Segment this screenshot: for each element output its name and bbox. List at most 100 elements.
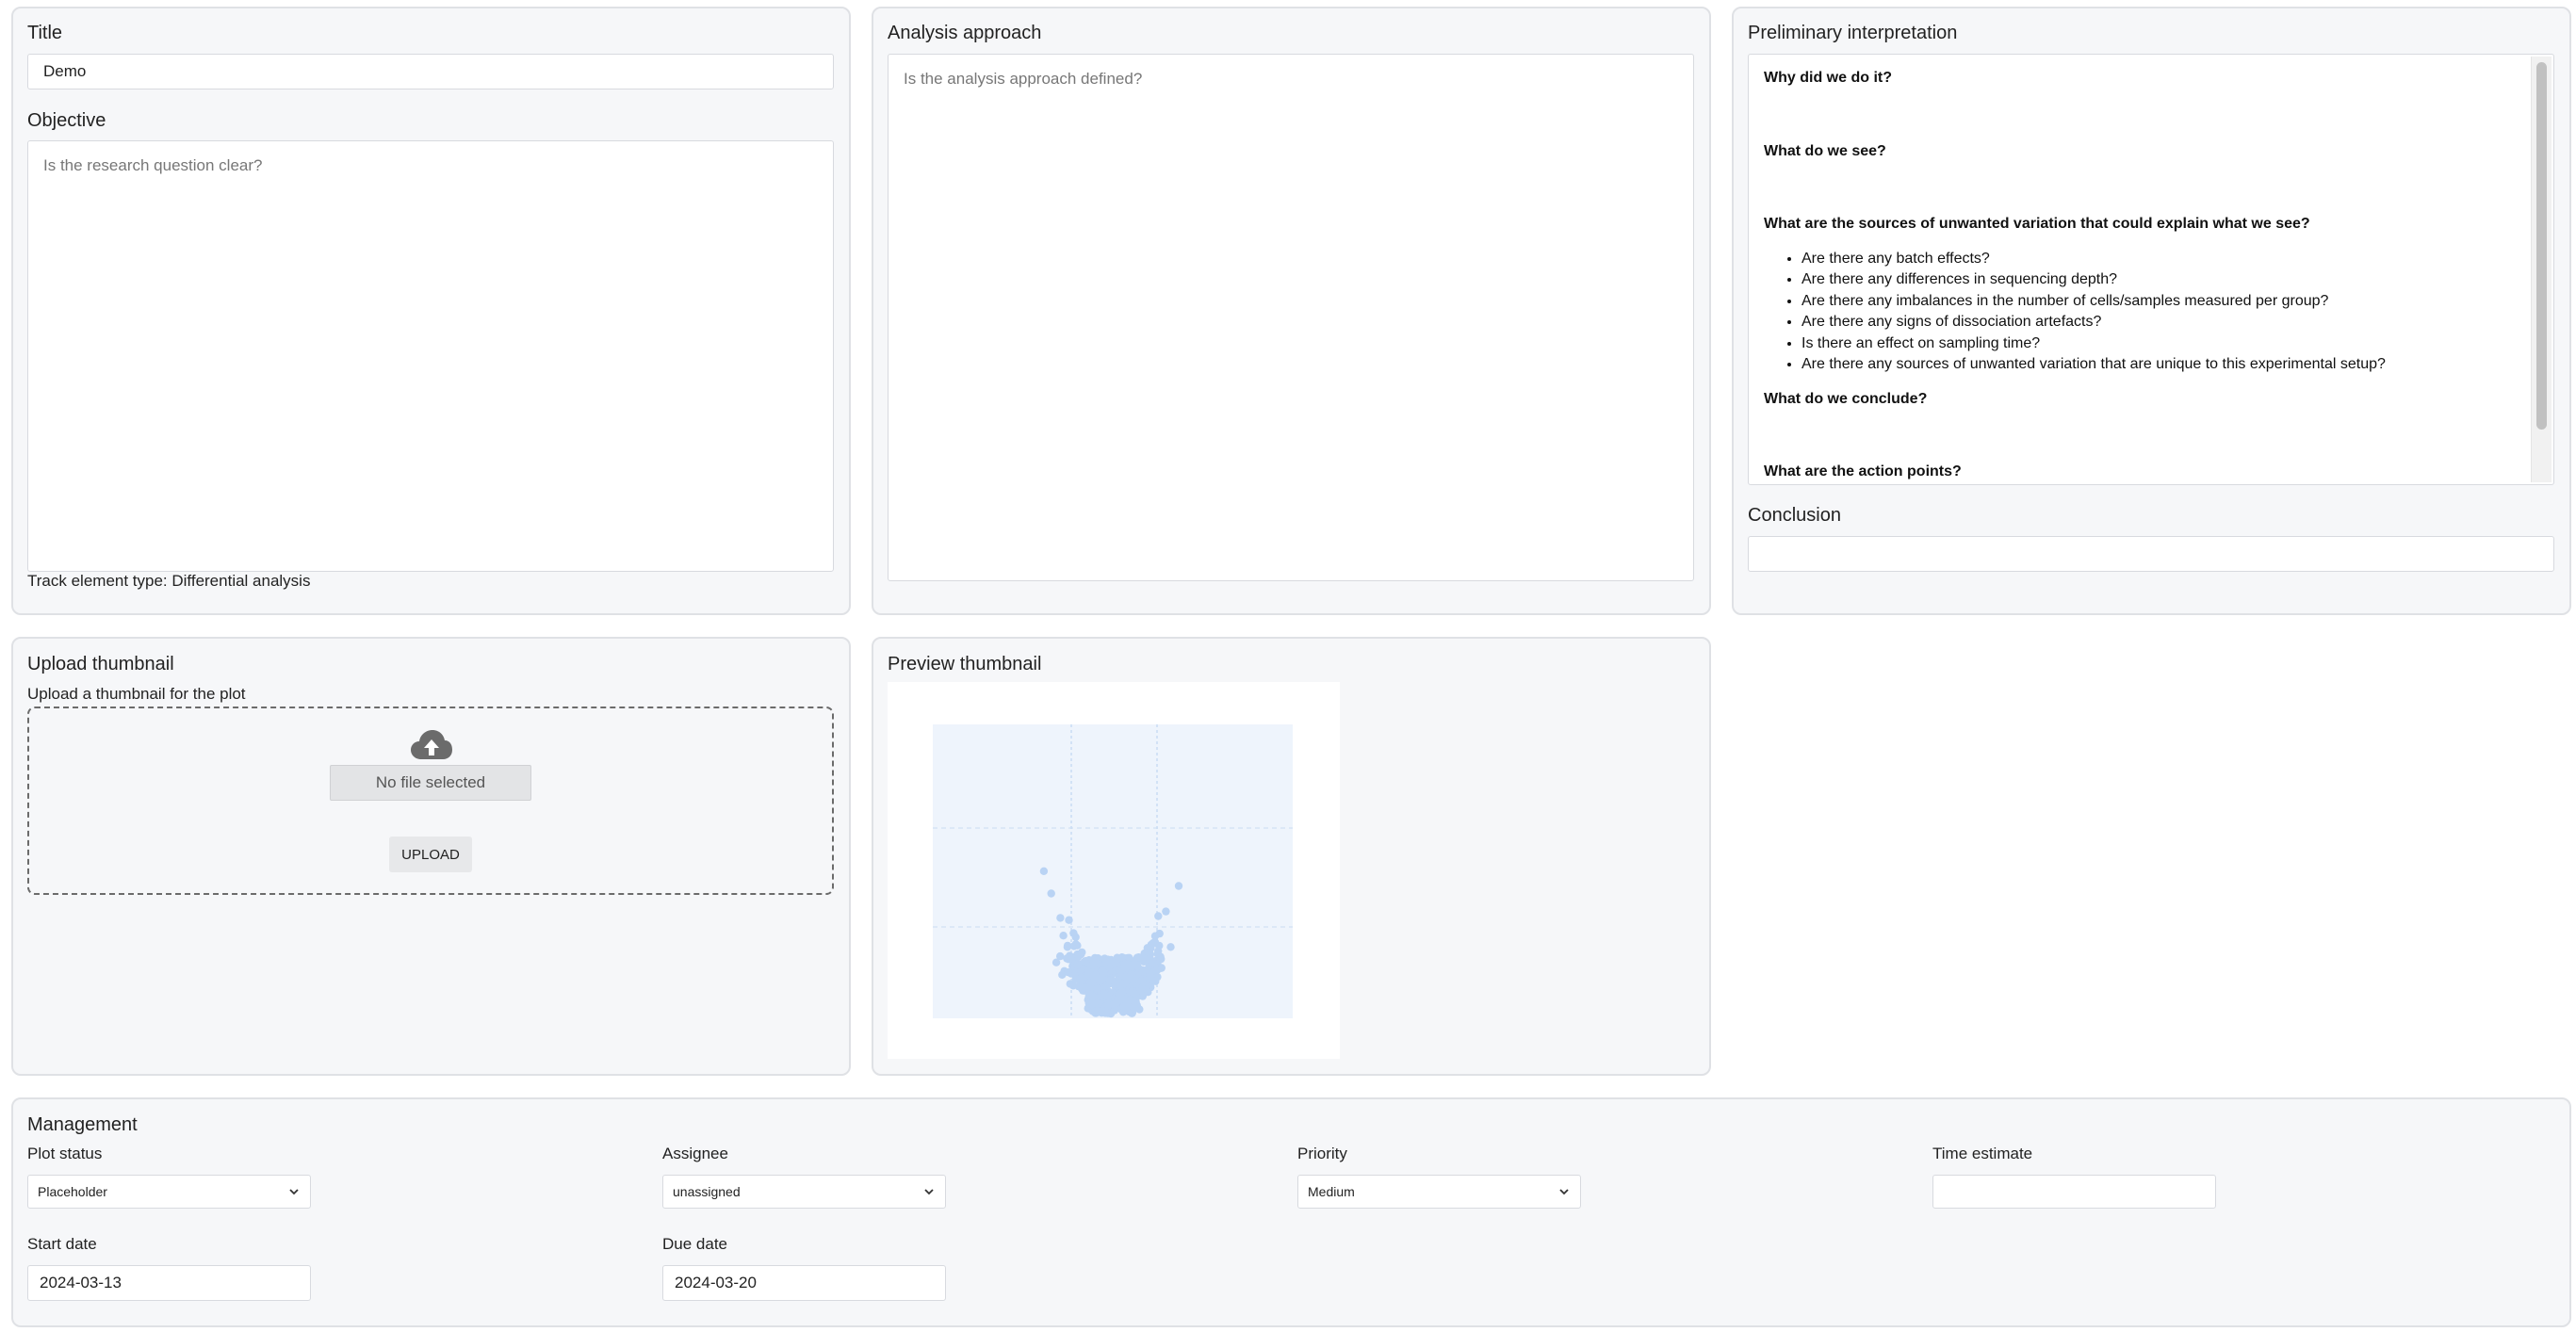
list-item: Are there any imbalances in the number o… — [1802, 291, 2538, 313]
interpretation-panel: Preliminary interpretation Why did we do… — [1732, 7, 2571, 615]
upload-panel: Upload thumbnail Upload a thumbnail for … — [11, 637, 851, 1076]
objective-textarea[interactable] — [27, 140, 834, 572]
plot-point — [1093, 984, 1101, 993]
start-date-input[interactable] — [27, 1265, 311, 1301]
plot-point — [1088, 992, 1097, 1000]
plot-point — [1100, 989, 1108, 999]
upload-button[interactable]: UPLOAD — [389, 837, 472, 872]
plot-point — [1115, 989, 1123, 999]
plot-point — [1039, 867, 1049, 875]
upload-subtitle: Upload a thumbnail for the plot — [27, 685, 246, 703]
plot-point — [1052, 958, 1061, 967]
chevron-down-icon — [1559, 1189, 1569, 1195]
objective-label: Objective — [27, 110, 106, 131]
question-action-points: What are the action points? — [1764, 463, 1962, 479]
plot-point — [1110, 959, 1118, 968]
analysis-label: Analysis approach — [888, 23, 1042, 43]
priority-value: Medium — [1308, 1184, 1355, 1199]
thumbnail-image — [888, 682, 1340, 1059]
preview-title: Preview thumbnail — [888, 654, 1042, 674]
plot-point — [1146, 954, 1154, 963]
plot-status-label: Plot status — [27, 1145, 103, 1162]
plot-point — [1065, 916, 1073, 924]
due-date-input[interactable] — [662, 1265, 946, 1301]
upload-title: Upload thumbnail — [27, 654, 174, 674]
plot-point — [1059, 932, 1068, 940]
chevron-down-icon — [924, 1189, 934, 1195]
preview-panel: Preview thumbnail — [872, 637, 1711, 1076]
volcano-plot-thumbnail — [933, 724, 1293, 1018]
plot-point — [1174, 882, 1183, 890]
plot-point — [1135, 1005, 1144, 1014]
plot-point — [1074, 952, 1083, 962]
details-panel: Title Objective Track element type: Diff… — [11, 7, 851, 615]
question-sources: What are the sources of unwanted variati… — [1764, 216, 2310, 232]
plot-point — [1105, 976, 1115, 984]
question-what-see: What do we see? — [1764, 142, 1886, 159]
time-estimate-input[interactable] — [1932, 1175, 2216, 1209]
analysis-panel: Analysis approach — [872, 7, 1711, 615]
plot-point — [1088, 961, 1097, 969]
priority-select[interactable]: Medium — [1297, 1175, 1581, 1209]
plot-point — [1056, 914, 1065, 922]
assignee-label: Assignee — [662, 1145, 728, 1162]
plot-point — [1155, 941, 1164, 950]
title-label: Title — [27, 23, 63, 43]
plot-status-value: Placeholder — [38, 1184, 107, 1199]
interpretation-label: Preliminary interpretation — [1748, 23, 1958, 43]
conclusion-input[interactable] — [1748, 536, 2554, 572]
file-status: No file selected — [330, 765, 531, 801]
plot-point — [1103, 1000, 1112, 1010]
cloud-upload-icon — [411, 730, 452, 759]
plot-point — [1136, 986, 1145, 995]
plot-status-select[interactable]: Placeholder — [27, 1175, 311, 1209]
list-item: Are there any signs of dissociation arte… — [1802, 312, 2538, 333]
plot-point — [1157, 954, 1166, 964]
plot-point — [1063, 943, 1072, 951]
scrollbar-thumb[interactable] — [2536, 62, 2547, 430]
due-date-label: Due date — [662, 1235, 727, 1253]
chevron-down-icon — [289, 1189, 299, 1195]
list-item: Are there any batch effects? — [1802, 249, 2538, 270]
time-estimate-label: Time estimate — [1932, 1145, 2033, 1162]
interpretation-editor[interactable]: Why did we do it? What do we see? What a… — [1748, 54, 2554, 485]
plot-point — [1047, 889, 1055, 898]
list-item: Are there any differences in sequencing … — [1802, 269, 2538, 291]
plot-point — [1125, 953, 1133, 962]
plot-point — [1064, 955, 1073, 964]
upload-dropzone[interactable]: No file selected UPLOAD — [27, 707, 834, 895]
variation-checklist: Are there any batch effects? Are there a… — [1802, 249, 2538, 376]
question-conclude: What do we conclude? — [1764, 390, 1928, 407]
plot-point — [1129, 975, 1137, 983]
plot-point — [1091, 1007, 1100, 1016]
plot-point — [1154, 912, 1163, 920]
conclusion-label: Conclusion — [1748, 505, 1841, 526]
plot-point — [1116, 967, 1125, 976]
editor-scrollbar[interactable] — [2531, 57, 2552, 482]
plot-point — [1090, 974, 1100, 983]
plot-point — [1166, 943, 1175, 951]
plot-point — [1098, 967, 1106, 975]
priority-label: Priority — [1297, 1145, 1347, 1162]
plot-point — [1101, 954, 1109, 963]
track-type-text: Track element type: Differential analysi… — [27, 572, 311, 590]
list-item: Is there an effect on sampling time? — [1802, 333, 2538, 355]
plot-point — [1162, 907, 1170, 916]
assignee-value: unassigned — [673, 1184, 741, 1199]
assignee-select[interactable]: unassigned — [662, 1175, 946, 1209]
management-title: Management — [27, 1114, 138, 1135]
start-date-label: Start date — [27, 1235, 97, 1253]
plot-point — [1119, 1002, 1128, 1011]
analysis-textarea[interactable] — [888, 54, 1694, 581]
plot-point — [1125, 961, 1133, 970]
plot-point — [1153, 966, 1162, 974]
plot-point — [1134, 953, 1143, 962]
plot-point — [1076, 983, 1084, 991]
list-item: Are there any sources of unwanted variat… — [1802, 354, 2538, 376]
plot-point — [1139, 967, 1148, 976]
question-why: Why did we do it? — [1764, 70, 1892, 86]
plot-point — [1071, 933, 1080, 941]
plot-point — [1073, 961, 1083, 969]
title-input[interactable] — [27, 54, 834, 89]
plot-point — [1064, 967, 1072, 977]
